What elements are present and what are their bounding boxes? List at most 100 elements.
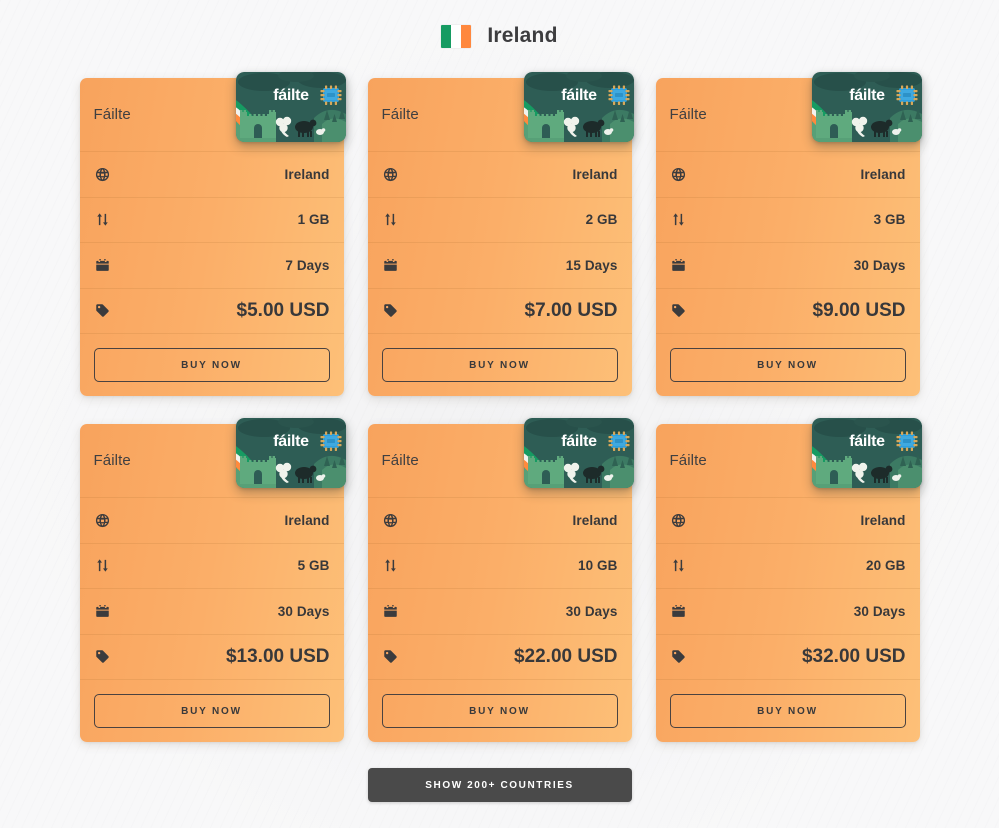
plan-row-data: 5 GB [79,544,344,589]
plan-card-5[interactable]: Fáilte fáilte Ireland 10 GB 30 Days $22.… [367,418,634,742]
plan-validity-value: 15 Days [565,257,618,273]
ireland-esim-card-art: fáilte [235,72,346,142]
plan-validity-value: 30 Days [853,257,906,273]
plan-card-1[interactable]: Fáilte fáilte Ireland 1 GB 7 Days $5.00 … [79,72,346,396]
plan-row-price: $13.00 USD [79,635,344,680]
plan-card-header: Fáilte fáilte [79,72,346,152]
plan-price-value: $5.00 USD [236,299,330,321]
plan-row-coverage: Ireland [655,152,920,198]
plan-title: Fáilte [93,106,131,123]
svg-text:fáilte: fáilte [273,87,309,104]
plan-coverage-value: Ireland [572,166,618,182]
calendar-icon [670,257,687,274]
plan-row-price: $5.00 USD [79,289,344,334]
data-transfer-icon [94,557,111,574]
price-tag-icon [670,302,687,319]
plan-price-value: $32.00 USD [801,645,906,667]
ireland-esim-card-art: fáilte [523,418,634,488]
svg-text:fáilte: fáilte [561,87,597,104]
esim-plans-page: Ireland Fáilte fáilte Ireland 1 GB 7 Day… [0,0,999,828]
plan-price-value: $7.00 USD [524,299,618,321]
ireland-esim-card-art: fáilte [523,72,634,142]
plan-row-validity: 30 Days [655,589,920,635]
data-transfer-icon [94,211,111,228]
plan-coverage-value: Ireland [572,512,618,528]
plan-row-price: $7.00 USD [367,289,632,334]
plan-data-value: 20 GB [865,558,906,574]
plan-title: Fáilte [93,452,131,469]
plan-data-value: 1 GB [297,212,330,228]
plan-card-3[interactable]: Fáilte fáilte Ireland 3 GB 30 Days $9.00… [655,72,922,396]
plan-validity-value: 30 Days [277,603,330,619]
plan-coverage-value: Ireland [284,166,330,182]
plan-card-4[interactable]: Fáilte fáilte Ireland 5 GB 30 Days $13.0… [79,418,346,742]
data-transfer-icon [670,211,687,228]
plan-buy-wrapper: BUY NOW [368,334,632,396]
ireland-esim-card-art: fáilte [811,418,922,488]
globe-icon [94,166,111,183]
plan-buy-wrapper: BUY NOW [656,334,920,396]
plan-row-coverage: Ireland [367,498,632,544]
data-transfer-icon [382,557,399,574]
plan-coverage-value: Ireland [284,512,330,528]
calendar-icon [94,257,111,274]
plan-buy-wrapper: BUY NOW [80,334,344,396]
buy-now-button[interactable]: BUY NOW [93,348,330,382]
plan-validity-value: 7 Days [285,257,330,273]
plan-validity-value: 30 Days [565,603,618,619]
calendar-icon [94,603,111,620]
price-tag-icon [670,648,687,665]
plan-row-data: 2 GB [367,198,632,243]
plan-card-6[interactable]: Fáilte fáilte Ireland 20 GB 30 Days $32.… [655,418,922,742]
show-all-countries-button[interactable]: SHOW 200+ COUNTRIES [367,768,632,802]
plan-price-value: $13.00 USD [225,645,330,667]
plan-buy-wrapper: BUY NOW [80,680,344,742]
plan-row-validity: 15 Days [367,243,632,289]
plan-row-coverage: Ireland [79,152,344,198]
plan-buy-wrapper: BUY NOW [656,680,920,742]
globe-icon [382,166,399,183]
calendar-icon [670,603,687,620]
plan-row-price: $9.00 USD [655,289,920,334]
calendar-icon [382,603,399,620]
buy-now-button[interactable]: BUY NOW [381,694,618,728]
data-transfer-icon [382,211,399,228]
plan-validity-value: 30 Days [853,603,906,619]
price-tag-icon [382,648,399,665]
plan-row-data: 3 GB [655,198,920,243]
plan-title: Fáilte [381,452,419,469]
plan-price-value: $9.00 USD [812,299,906,321]
buy-now-button[interactable]: BUY NOW [669,694,906,728]
plan-card-2[interactable]: Fáilte fáilte Ireland 2 GB 15 Days $7.00… [367,72,634,396]
plan-coverage-value: Ireland [860,166,906,182]
plan-row-validity: 30 Days [367,589,632,635]
plan-row-price: $32.00 USD [655,635,920,680]
plan-price-value: $22.00 USD [513,645,618,667]
page-footer: SHOW 200+ COUNTRIES [0,768,999,802]
plan-coverage-value: Ireland [860,512,906,528]
svg-text:fáilte: fáilte [273,433,309,450]
buy-now-button[interactable]: BUY NOW [381,348,618,382]
plan-row-coverage: Ireland [655,498,920,544]
ireland-esim-card-art: fáilte [811,72,922,142]
globe-icon [670,166,687,183]
plan-card-header: Fáilte fáilte [655,72,922,152]
price-tag-icon [94,648,111,665]
globe-icon [94,512,111,529]
plan-data-value: 5 GB [297,558,330,574]
plan-card-header: Fáilte fáilte [367,418,634,498]
buy-now-button[interactable]: BUY NOW [93,694,330,728]
buy-now-button[interactable]: BUY NOW [669,348,906,382]
plan-title: Fáilte [669,106,707,123]
globe-icon [382,512,399,529]
plan-card-header: Fáilte fáilte [655,418,922,498]
plan-title: Fáilte [381,106,419,123]
plan-row-coverage: Ireland [367,152,632,198]
plan-card-header: Fáilte fáilte [367,72,634,152]
data-transfer-icon [670,557,687,574]
plan-buy-wrapper: BUY NOW [368,680,632,742]
plan-data-value: 3 GB [873,212,906,228]
plan-row-price: $22.00 USD [367,635,632,680]
page-title: Ireland [487,24,558,47]
plan-title: Fáilte [669,452,707,469]
